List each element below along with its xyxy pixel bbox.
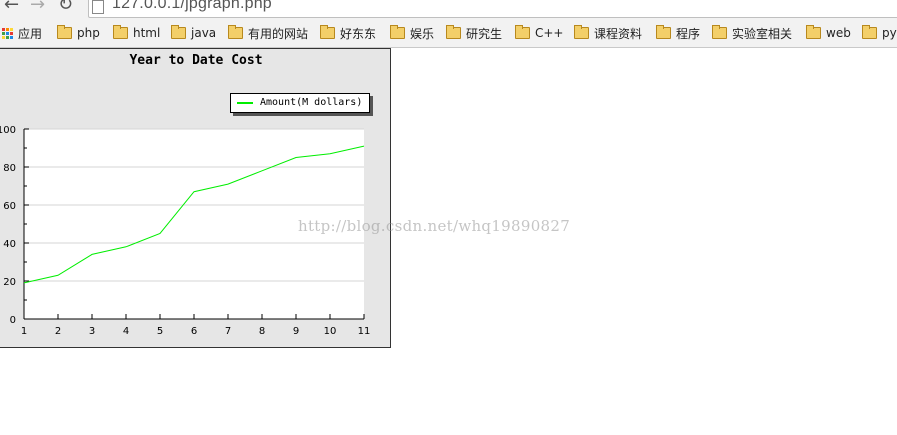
bookmark-label: 研究生	[466, 26, 503, 41]
bookmark-cpp[interactable]: C++	[515, 19, 564, 47]
url-text[interactable]: 127.0.0.1/jpgraph.php	[112, 0, 272, 13]
folder-icon	[390, 25, 405, 39]
watermark: http://blog.csdn.net/whq19890827	[298, 217, 571, 235]
bookmark-label: web	[826, 26, 851, 40]
bookmark-label: C++	[535, 26, 564, 40]
x-tick-label: 1	[21, 326, 27, 337]
bookmark-label: py	[882, 26, 897, 40]
bookmark-py[interactable]: py	[862, 19, 897, 47]
folder-icon	[320, 25, 335, 39]
bookmark-html[interactable]: html	[113, 19, 160, 47]
folder-icon	[712, 25, 727, 39]
bookmark-label: 好东东	[340, 26, 377, 41]
bookmark-course-materials[interactable]: 课程资料	[574, 19, 642, 47]
x-tick-label: 3	[89, 326, 95, 337]
bookmark-label: java	[191, 26, 217, 40]
chart-image: 0 20 40 60 80 100 1 2 3 4 5 6 7 8 9 10 11 Year to Date C…	[0, 48, 391, 348]
bookmark-entertainment[interactable]: 娱乐	[390, 19, 434, 47]
x-tick-label: 9	[293, 326, 299, 337]
x-tick-label: 10	[324, 326, 337, 337]
y-tick-label: 0	[10, 315, 16, 326]
folder-icon	[113, 25, 128, 39]
bookmark-programs[interactable]: 程序	[656, 19, 700, 47]
bookmark-label: 课程资料	[594, 26, 643, 41]
folder-icon	[806, 25, 821, 39]
x-tick-label: 8	[259, 326, 265, 337]
y-tick-label: 100	[0, 125, 16, 136]
bookmarks-bar: 应用 php html java 有用的网站 好东东 娱乐 研究生 C++ 课程…	[0, 19, 897, 48]
bookmark-java[interactable]: java	[171, 19, 216, 47]
apps-icon	[2, 27, 13, 39]
folder-icon	[656, 25, 671, 39]
x-tick-label: 6	[191, 326, 197, 337]
folder-icon	[228, 25, 243, 39]
y-tick-label: 60	[3, 201, 16, 212]
x-tick-label: 7	[225, 326, 231, 337]
y-tick-label: 20	[3, 277, 16, 288]
folder-icon	[171, 25, 186, 39]
bookmark-label: html	[133, 26, 161, 40]
bookmark-lab[interactable]: 实验室相关	[712, 19, 792, 47]
bookmark-web[interactable]: web	[806, 19, 851, 47]
bookmark-good-stuff[interactable]: 好东东	[320, 19, 376, 47]
chart-legend: Amount(M dollars)	[230, 93, 370, 113]
bookmark-label: php	[77, 26, 100, 40]
bookmark-grad-school[interactable]: 研究生	[446, 19, 502, 47]
x-tick-label: 4	[123, 326, 129, 337]
y-tick-label: 40	[3, 239, 16, 250]
reload-icon[interactable]: ↻	[58, 0, 73, 14]
forward-arrow-icon[interactable]: →	[30, 0, 45, 14]
y-tick-label: 80	[3, 163, 16, 174]
legend-swatch	[237, 102, 253, 104]
folder-icon	[446, 25, 461, 39]
back-arrow-icon[interactable]: ←	[4, 0, 19, 14]
bookmark-label: 程序	[676, 26, 701, 41]
page-icon	[92, 0, 104, 14]
folder-icon	[574, 25, 589, 39]
legend-label: Amount(M dollars)	[260, 97, 363, 108]
bookmark-label: 应用	[18, 26, 43, 41]
bookmark-label: 实验室相关	[732, 26, 793, 41]
folder-icon	[862, 25, 877, 39]
x-tick-label: 11	[358, 326, 371, 337]
bookmark-php[interactable]: php	[57, 19, 100, 47]
bookmark-label: 有用的网站	[248, 26, 309, 41]
bookmark-label: 娱乐	[410, 26, 435, 41]
folder-icon	[57, 25, 72, 39]
browser-toolbar: ← → ↻ 127.0.0.1/jpgraph.php	[0, 0, 897, 19]
folder-icon	[515, 25, 530, 39]
bookmark-apps[interactable]: 应用	[2, 19, 42, 47]
chart-title: Year to Date Cost	[129, 53, 263, 68]
bookmark-useful-sites[interactable]: 有用的网站	[228, 19, 308, 47]
x-tick-label: 5	[157, 326, 163, 337]
x-tick-label: 2	[55, 326, 61, 337]
